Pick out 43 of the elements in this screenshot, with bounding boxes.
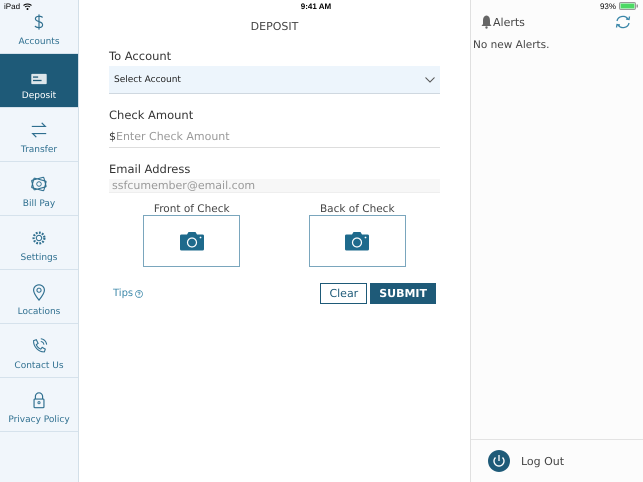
- amount-input[interactable]: Enter Check Amount: [116, 130, 440, 142]
- gear-icon: [30, 229, 48, 247]
- phone-icon: [30, 337, 48, 355]
- wifi-icon: [23, 2, 32, 10]
- transfer-arrows-icon: [30, 121, 48, 139]
- photo-label: Back of Check: [320, 203, 395, 215]
- battery-icon: [618, 2, 639, 10]
- clear-button[interactable]: Clear: [320, 283, 368, 304]
- chevron-down-icon: [425, 76, 435, 82]
- bill-stack-icon: [30, 175, 48, 193]
- refresh-icon[interactable]: [615, 15, 631, 29]
- camera-button[interactable]: [308, 215, 406, 267]
- sidebar-item[interactable]: Settings: [0, 216, 78, 270]
- photo-label: Front of Check: [154, 203, 230, 215]
- device-name: iPad: [4, 2, 20, 10]
- camera-button[interactable]: [143, 215, 240, 267]
- logout-link[interactable]: Log Out: [521, 454, 564, 468]
- submit-button[interactable]: SUBMIT: [370, 283, 436, 304]
- field-label: To Account: [109, 49, 172, 63]
- help-icon: [135, 290, 144, 298]
- field-label: Email Address: [109, 162, 192, 176]
- camera-icon: [344, 231, 370, 251]
- account-dropdown[interactable]: Select Account: [109, 66, 440, 94]
- map-pin-icon: [30, 283, 48, 301]
- alerts-message: No new Alerts.: [473, 39, 550, 51]
- camera-icon: [178, 231, 205, 251]
- sidebar-item[interactable]: Transfer: [0, 108, 78, 162]
- sidebar-item[interactable]: Privacy Policy: [0, 378, 78, 432]
- field-label: Check Amount: [109, 108, 194, 122]
- tips-link[interactable]: Tips: [113, 288, 144, 299]
- page-title: DEPOSIT: [250, 20, 300, 33]
- bell-icon: [481, 15, 492, 29]
- check-card-icon: [30, 73, 48, 85]
- sidebar-item[interactable]: Bill Pay: [0, 162, 78, 216]
- email-input[interactable]: ssfcumember@email.com: [109, 179, 440, 193]
- battery-percentage: 93%: [600, 2, 616, 10]
- status-time: 9:41 AM: [300, 2, 332, 10]
- alerts-title: Alerts: [493, 16, 525, 28]
- power-icon[interactable]: [488, 450, 510, 472]
- sidebar-item[interactable]: Contact Us: [0, 324, 78, 378]
- sidebar-item[interactable]: Locations: [0, 270, 78, 324]
- sidebar-item[interactable]: Deposit: [0, 54, 78, 108]
- currency-symbol: $: [109, 130, 116, 142]
